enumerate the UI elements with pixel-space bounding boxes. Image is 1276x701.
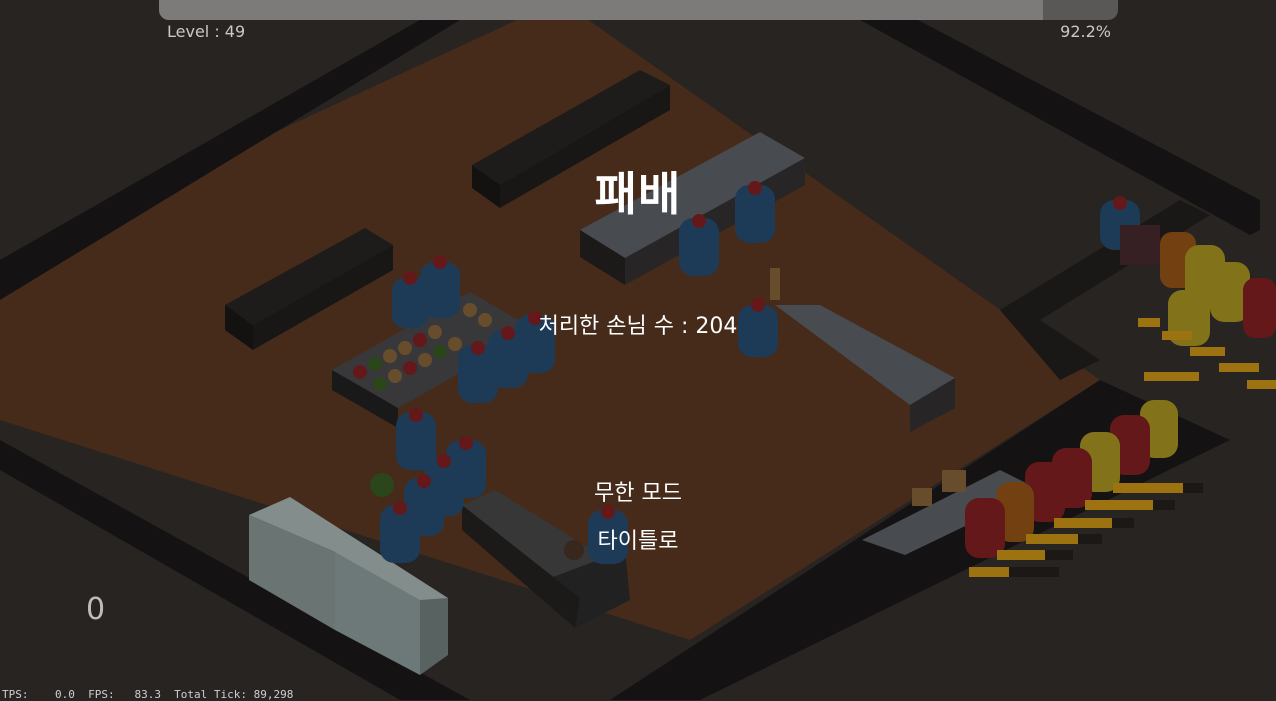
progress-percent-label: 92.2%: [1060, 22, 1111, 41]
level-label: Level : 49: [167, 22, 246, 41]
defeat-overlay: [0, 0, 1276, 700]
debug-stats: TPS: 0.0 FPS: 83.3 Total Tick: 89,298: [2, 688, 294, 701]
level-progress-fill: [159, 0, 1044, 20]
served-customers-label: 처리한 손님 수 : 204: [538, 314, 738, 339]
counter-value: 0: [86, 592, 106, 627]
infinite-mode-button[interactable]: 무한 모드: [538, 477, 738, 511]
level-progress-bar: [159, 0, 1118, 20]
defeat-title: 패배: [594, 167, 682, 221]
return-to-title-button[interactable]: 타이틀로: [538, 525, 738, 559]
